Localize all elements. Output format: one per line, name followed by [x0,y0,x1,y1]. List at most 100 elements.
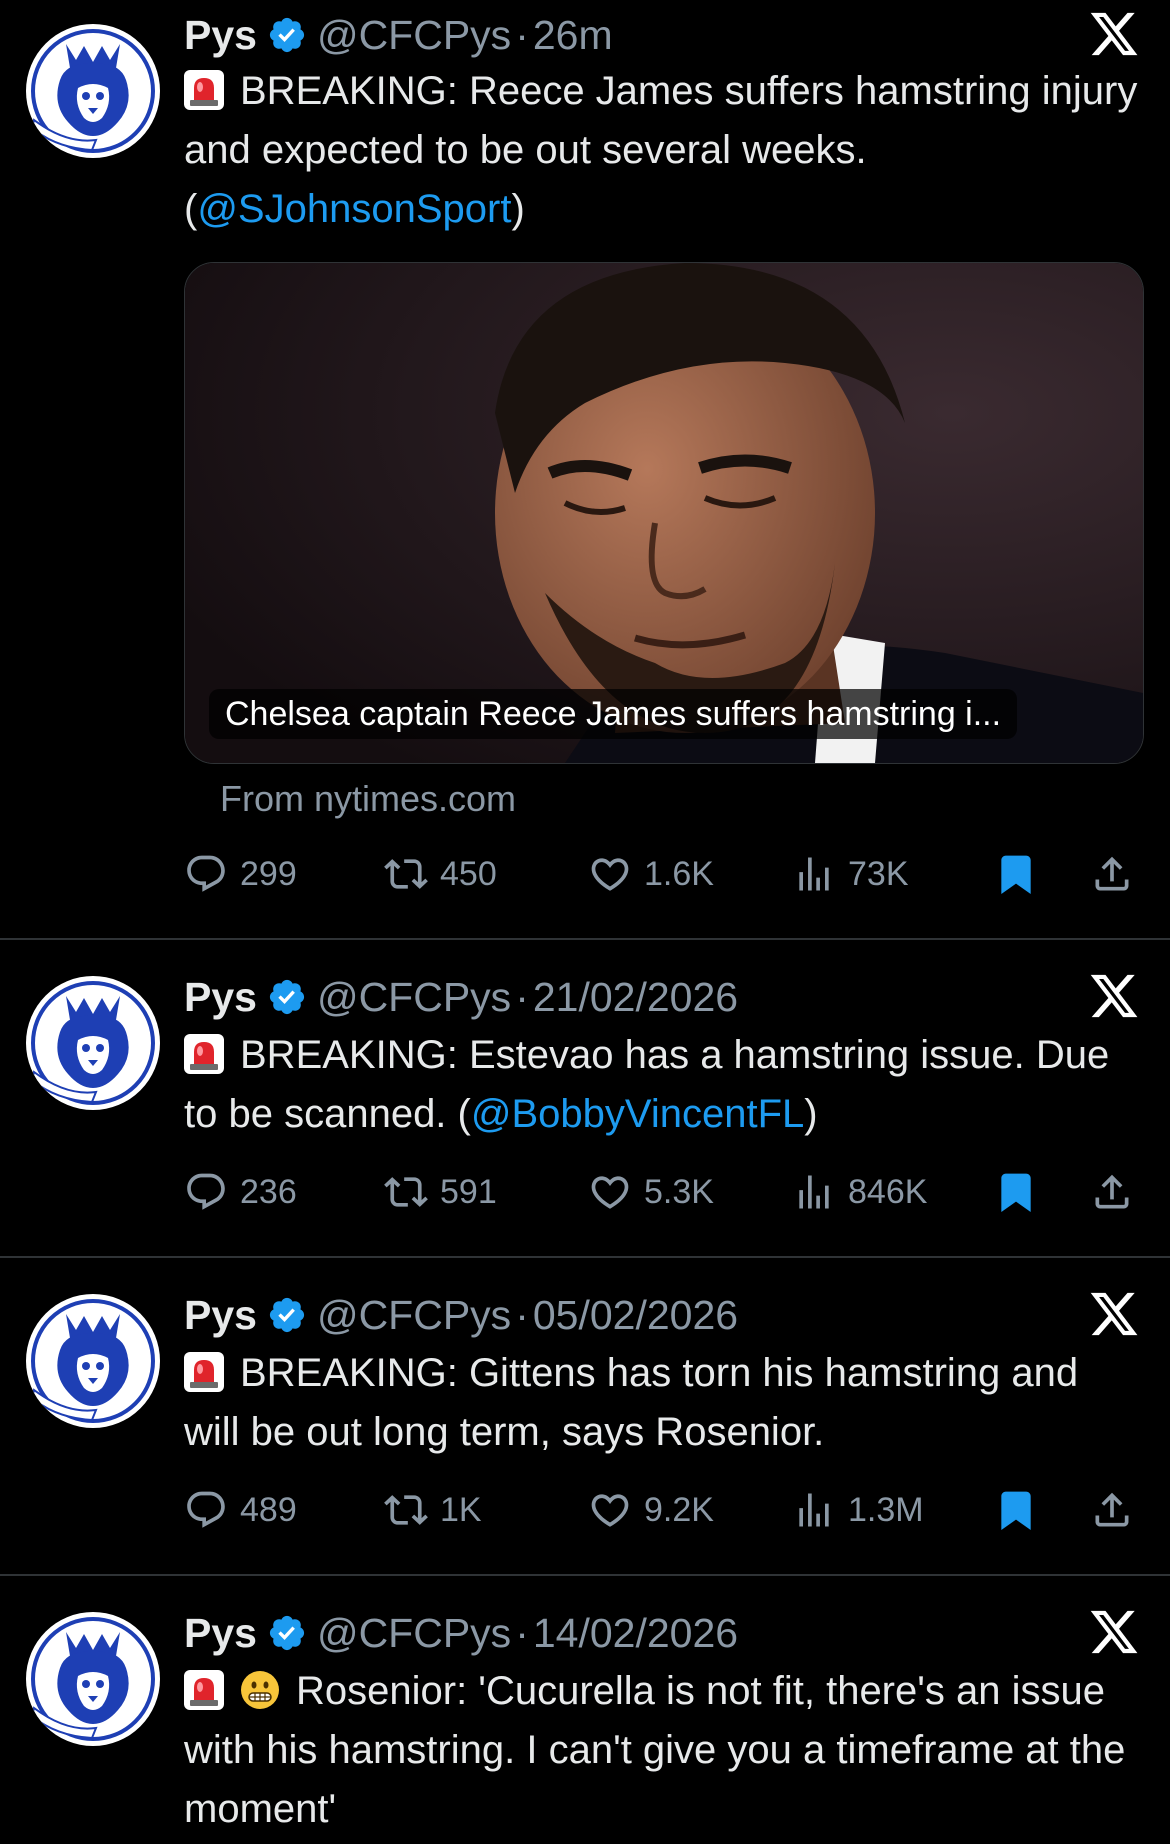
user-handle[interactable]: @CFCPys [317,12,511,59]
repost-icon [384,852,428,896]
views-icon [792,1170,836,1214]
tweet-3[interactable]: Pys @CFCPys · 05/02/2026 BREAKING: Gitte… [0,1258,1170,1576]
repost-count: 1K [440,1490,482,1529]
player-photo [185,263,1143,763]
tweet-text: Rosenior: 'Cucurella is not fit, there's… [184,1662,1144,1839]
like-button[interactable]: 9.2K [588,1482,714,1538]
display-name[interactable]: Pys [184,974,257,1021]
verified-badge-icon [267,977,307,1017]
x-logo-icon [1088,1606,1140,1658]
reply-button[interactable]: 489 [184,1482,297,1538]
x-logo-icon [1088,8,1140,60]
tweet-text: BREAKING: Estevao has a hamstring issue.… [184,1026,1144,1144]
views-button[interactable]: 73K [792,846,909,902]
police-light-emoji [184,1034,224,1074]
police-light-emoji [184,1352,224,1392]
mention-link[interactable]: @SJohnsonSport [197,187,511,231]
repost-button[interactable]: 591 [384,1164,497,1220]
timestamp[interactable]: 14/02/2026 [533,1610,738,1657]
avatar[interactable] [26,24,160,158]
reply-count: 236 [240,1172,297,1211]
tweet-header: Pys @CFCPys · 26m [184,10,613,60]
views-button[interactable]: 1.3M [792,1482,924,1538]
bookmark-icon [994,1488,1038,1532]
display-name[interactable]: Pys [184,12,257,59]
verified-badge-icon [267,1613,307,1653]
reply-icon [184,1488,228,1532]
police-light-emoji [184,70,224,110]
reply-button[interactable]: 299 [184,846,297,902]
like-button[interactable]: 5.3K [588,1164,714,1220]
avatar[interactable] [26,1294,160,1428]
repost-count: 591 [440,1172,497,1211]
timestamp[interactable]: 21/02/2026 [533,974,738,1021]
bookmark-icon [994,852,1038,896]
action-bar: 299 450 1.6K 73K [184,846,1144,902]
action-bar: 489 1K 9.2K 1.3M [184,1482,1144,1538]
like-count: 9.2K [644,1490,714,1529]
view-count: 1.3M [848,1490,924,1529]
like-count: 5.3K [644,1172,714,1211]
reply-icon [184,852,228,896]
separator: · [515,1291,529,1338]
separator: · [515,1609,529,1656]
reply-count: 489 [240,1490,297,1529]
x-logo-icon [1088,970,1140,1022]
bookmark-button[interactable] [994,1482,1050,1538]
display-name[interactable]: Pys [184,1610,257,1657]
share-icon [1090,1488,1134,1532]
share-button[interactable] [1090,846,1146,902]
mention-link[interactable]: @BobbyVincentFL [471,1092,804,1136]
tweet-text-main: BREAKING: Gittens has torn his hamstring… [184,1351,1079,1454]
user-handle[interactable]: @CFCPys [317,974,511,1021]
bookmark-icon [994,1170,1038,1214]
share-button[interactable] [1090,1482,1146,1538]
tweet-2[interactable]: Pys @CFCPys · 21/02/2026 BREAKING: Estev… [0,940,1170,1258]
separator: · [515,11,529,58]
like-icon [588,852,632,896]
verified-badge-icon [267,1295,307,1335]
repost-button[interactable]: 1K [384,1482,482,1538]
tweet-header: Pys @CFCPys · 14/02/2026 [184,1608,738,1658]
tweet-4[interactable]: Pys @CFCPys · 14/02/2026 Rosenior: 'Cucu… [0,1576,1170,1844]
card-caption: Chelsea captain Reece James suffers hams… [209,689,1018,739]
verified-badge-icon [267,15,307,55]
bookmark-button[interactable] [994,846,1050,902]
tweet-text: BREAKING: Gittens has torn his hamstring… [184,1344,1144,1462]
timestamp[interactable]: 05/02/2026 [533,1292,738,1339]
timestamp[interactable]: 26m [533,12,613,59]
avatar[interactable] [26,1612,160,1746]
tweet-header: Pys @CFCPys · 05/02/2026 [184,1290,738,1340]
view-count: 73K [848,854,909,893]
card-source[interactable]: From nytimes.com [220,778,516,820]
views-icon [792,852,836,896]
reply-icon [184,1170,228,1214]
action-bar: 236 591 5.3K 846K [184,1164,1144,1220]
views-icon [792,1488,836,1532]
share-icon [1090,852,1134,896]
bookmark-button[interactable] [994,1164,1050,1220]
repost-count: 450 [440,854,497,893]
grimacing-emoji [240,1670,280,1710]
x-logo-icon [1088,1288,1140,1340]
user-handle[interactable]: @CFCPys [317,1292,511,1339]
tweet-1[interactable]: Pys @CFCPys · 26m BREAKING: Reece James … [0,0,1170,940]
reply-count: 299 [240,854,297,893]
like-button[interactable]: 1.6K [588,846,714,902]
user-handle[interactable]: @CFCPys [317,1610,511,1657]
share-button[interactable] [1090,1164,1146,1220]
repost-icon [384,1170,428,1214]
view-count: 846K [848,1172,928,1211]
repost-button[interactable]: 450 [384,846,497,902]
tweet-text-main: Rosenior: 'Cucurella is not fit, there's… [184,1669,1126,1831]
repost-icon [384,1488,428,1532]
reply-button[interactable]: 236 [184,1164,297,1220]
avatar[interactable] [26,976,160,1110]
link-card-image[interactable]: Chelsea captain Reece James suffers hams… [184,262,1144,764]
police-light-emoji [184,1670,224,1710]
views-button[interactable]: 846K [792,1164,927,1220]
tweet-header: Pys @CFCPys · 21/02/2026 [184,972,738,1022]
display-name[interactable]: Pys [184,1292,257,1339]
tweet-text-end: ) [511,187,525,231]
like-icon [588,1170,632,1214]
